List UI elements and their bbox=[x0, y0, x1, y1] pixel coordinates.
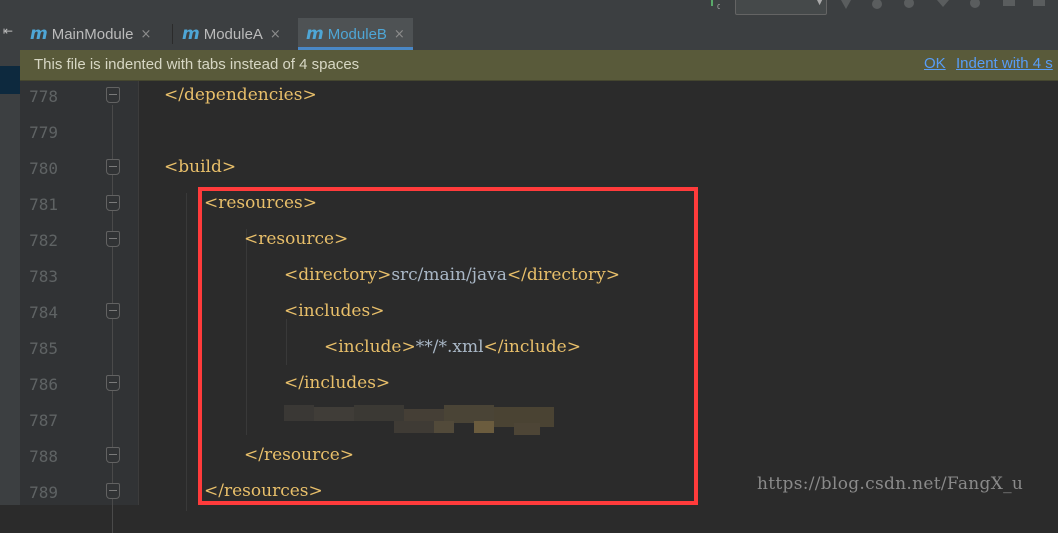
project-tool-strip: ⇤ bbox=[0, 18, 21, 505]
highlight-box bbox=[198, 187, 698, 505]
line-number: 778 bbox=[29, 87, 58, 106]
coverage-icon[interactable] bbox=[900, 0, 918, 12]
tab-label: ModuleB bbox=[327, 25, 387, 43]
notification-message: This file is indented with tabs instead … bbox=[34, 56, 360, 73]
fold-marker-icon[interactable] bbox=[106, 375, 120, 391]
close-icon[interactable]: × bbox=[394, 27, 405, 42]
fold-marker-icon[interactable] bbox=[106, 303, 120, 319]
line-number: 787 bbox=[29, 411, 58, 430]
tab-modulea[interactable]: m ModuleA × bbox=[182, 18, 281, 50]
fold-marker-icon[interactable] bbox=[106, 447, 120, 463]
editor-tabs: m MainModule × m ModuleA × m ModuleB × bbox=[20, 18, 1058, 51]
indent-notification-bar: This file is indented with tabs instead … bbox=[20, 50, 1058, 81]
line-number: 780 bbox=[29, 159, 58, 178]
maven-module-icon: m bbox=[30, 24, 48, 44]
line-number: 789 bbox=[29, 483, 58, 502]
fold-marker-icon[interactable] bbox=[106, 87, 120, 103]
jrebel-run-icon[interactable] bbox=[934, 0, 952, 12]
svg-text:01: 01 bbox=[717, 3, 720, 11]
line-number: 788 bbox=[29, 447, 58, 466]
code-line: </dependencies> bbox=[164, 85, 317, 105]
close-icon[interactable]: × bbox=[140, 27, 151, 42]
code-line: <build> bbox=[164, 157, 237, 177]
tab-separator bbox=[172, 24, 173, 44]
tab-label: MainModule bbox=[51, 25, 134, 43]
gutter-border bbox=[138, 81, 139, 505]
top-toolbar: 01 ▼ bbox=[0, 0, 1058, 18]
debug-icon[interactable] bbox=[868, 0, 886, 12]
line-number: 779 bbox=[29, 123, 58, 142]
indent-with-spaces-link[interactable]: Indent with 4 s bbox=[956, 55, 1053, 72]
line-number: 786 bbox=[29, 375, 58, 394]
tab-label: ModuleA bbox=[203, 25, 263, 43]
collapse-arrow-icon[interactable]: ⇤ bbox=[3, 24, 13, 38]
fold-marker-icon[interactable] bbox=[106, 231, 120, 247]
ok-link[interactable]: OK bbox=[924, 55, 946, 72]
tab-moduleb[interactable]: m ModuleB × bbox=[298, 18, 413, 50]
run-config-select[interactable]: ▼ bbox=[735, 0, 827, 15]
watermark: https://blog.csdn.net/FangX_u bbox=[757, 474, 1024, 494]
stop-all-icon[interactable] bbox=[1030, 0, 1048, 12]
git-update-icon[interactable]: 01 bbox=[708, 0, 720, 12]
fold-marker-icon[interactable] bbox=[106, 159, 120, 175]
fold-marker-icon[interactable] bbox=[106, 483, 120, 499]
line-number: 785 bbox=[29, 339, 58, 358]
line-number: 781 bbox=[29, 195, 58, 214]
indent-guide bbox=[186, 193, 187, 511]
fold-marker-icon[interactable] bbox=[106, 195, 120, 211]
line-number: 784 bbox=[29, 303, 58, 322]
maven-module-icon: m bbox=[306, 24, 324, 44]
tab-mainmodule[interactable]: m MainModule × bbox=[30, 18, 151, 50]
close-icon[interactable]: × bbox=[270, 27, 281, 42]
jrebel-debug-icon[interactable] bbox=[966, 0, 984, 12]
stop-icon[interactable] bbox=[1000, 0, 1018, 12]
run-icon[interactable] bbox=[838, 0, 854, 12]
line-number: 783 bbox=[29, 267, 58, 286]
selected-marker bbox=[0, 66, 20, 94]
line-number: 782 bbox=[29, 231, 58, 250]
line-gutter bbox=[20, 81, 138, 505]
maven-module-icon: m bbox=[182, 24, 200, 44]
